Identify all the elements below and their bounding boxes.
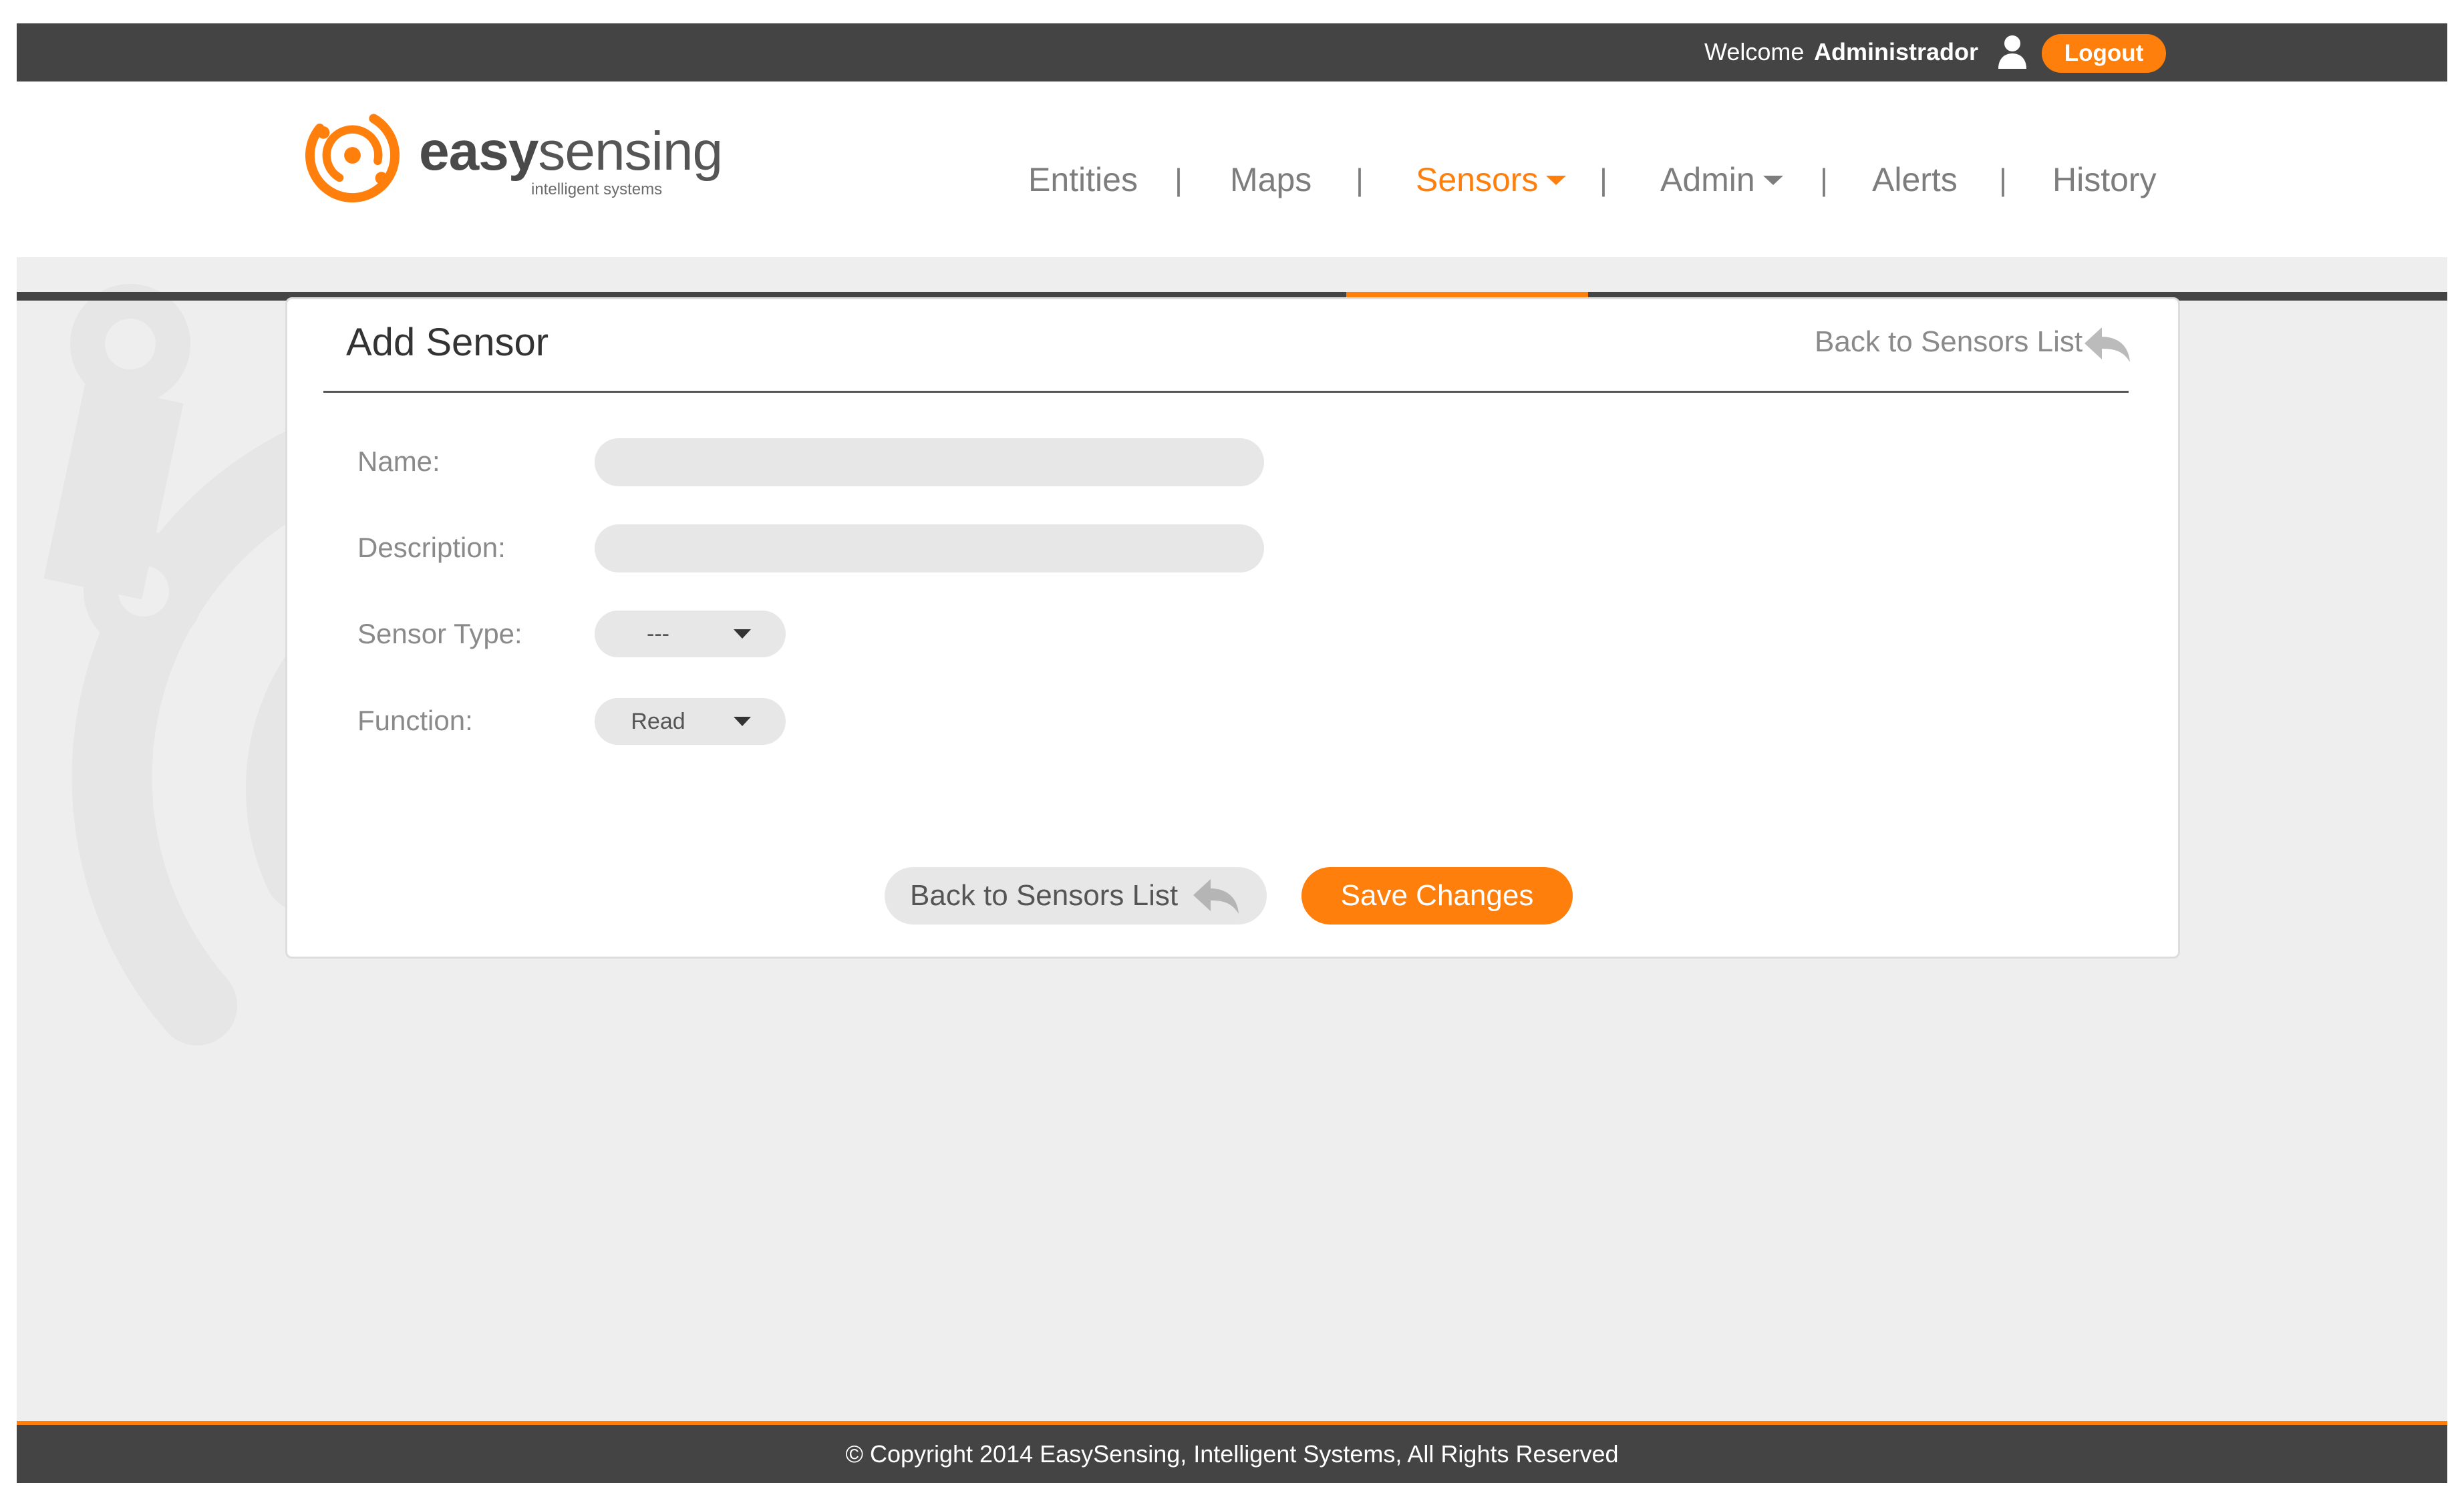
caret-down-icon	[1762, 175, 1783, 185]
caret-down-icon	[734, 629, 751, 639]
add-sensor-panel: Add Sensor Back to Sensors List Name: De…	[285, 297, 2180, 959]
description-input[interactable]	[595, 524, 1264, 572]
save-changes-button[interactable]: Save Changes	[1301, 867, 1573, 925]
page-title: Add Sensor	[346, 321, 549, 364]
name-input[interactable]	[595, 438, 1264, 486]
back-to-list-button[interactable]: Back to Sensors List	[885, 867, 1267, 925]
nav-separator: |	[1175, 162, 1183, 197]
logout-button[interactable]: Logout	[2042, 34, 2166, 73]
top-bar: Welcome Administrador Logout	[17, 23, 2447, 81]
sensor-type-select[interactable]: ---	[595, 611, 786, 657]
app-frame: Welcome Administrador Logout easysensing…	[17, 23, 2447, 1483]
nav-separator: |	[1820, 162, 1828, 197]
user-name: Administrador	[1814, 38, 1979, 65]
header: easysensing intelligent systems Entities…	[17, 81, 2447, 301]
nav-entities[interactable]: Entities	[1028, 160, 1138, 200]
copyright-text: © Copyright 2014 EasySensing, Intelligen…	[845, 1440, 1619, 1468]
nav-sensors[interactable]: Sensors	[1416, 160, 1567, 200]
title-divider	[323, 391, 2129, 393]
nav-separator: |	[1599, 162, 1607, 197]
nav-alerts[interactable]: Alerts	[1872, 160, 1958, 200]
name-label: Name:	[357, 446, 440, 477]
nav-maps[interactable]: Maps	[1230, 160, 1312, 200]
function-select[interactable]: Read	[595, 698, 786, 745]
nav-history[interactable]: History	[2052, 160, 2157, 200]
footer: © Copyright 2014 EasySensing, Intelligen…	[17, 1425, 2447, 1483]
brand-tagline: intelligent systems	[531, 180, 663, 198]
nav-separator: |	[1356, 162, 1364, 197]
logo-icon[interactable]	[301, 104, 404, 207]
brand-name-regular: sensing	[538, 121, 723, 182]
sensor-type-label: Sensor Type:	[357, 618, 522, 649]
user-icon	[1998, 35, 2026, 69]
description-label: Description:	[357, 532, 506, 563]
welcome-label: Welcome	[1704, 38, 1805, 65]
function-value: Read	[631, 709, 685, 734]
back-button-label: Back to Sensors List	[910, 879, 1179, 912]
nav-admin[interactable]: Admin	[1660, 160, 1783, 200]
function-label: Function:	[357, 705, 473, 736]
back-to-list-link[interactable]: Back to Sensors List	[1815, 323, 2083, 361]
nav-admin-label: Admin	[1660, 161, 1755, 198]
nav-separator: |	[1999, 162, 2007, 197]
nav-sensors-label: Sensors	[1416, 161, 1539, 198]
back-arrow-icon	[1193, 879, 1239, 914]
caret-down-icon	[734, 717, 751, 726]
back-arrow-icon[interactable]	[2082, 325, 2133, 365]
brand-name[interactable]: easysensing	[419, 121, 723, 182]
sensor-type-value: ---	[647, 621, 669, 647]
brand-name-bold: easy	[419, 121, 538, 182]
caret-down-icon	[1546, 175, 1567, 185]
